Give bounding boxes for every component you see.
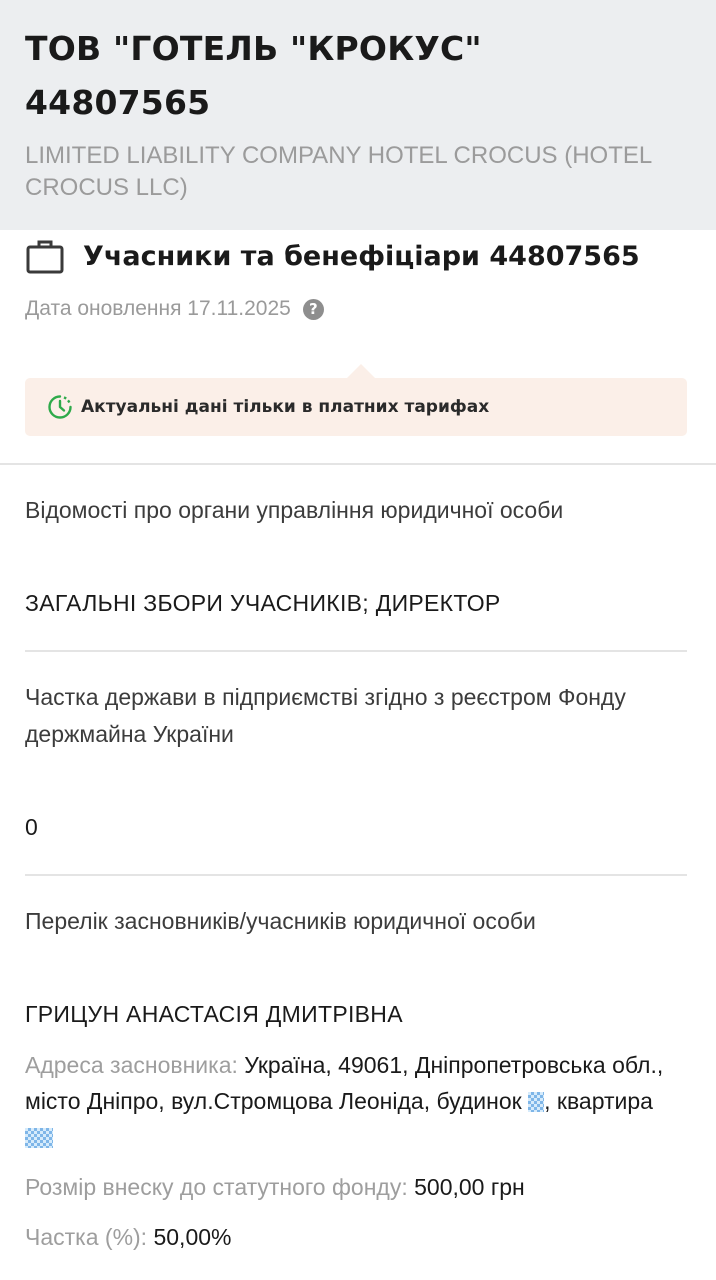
share-label: Частка (%): [25,1224,148,1250]
founder-contribution: Розмір внеску до статутного фонду: 500,0… [25,1169,687,1205]
founder-name: ГРИЦУН АНАСТАСІЯ ДМИТРІВНА [25,1001,403,1027]
governance-label: Відомості про органи управління юридично… [25,497,564,523]
founders-label: Перелік засновників/учасників юридичної … [25,908,536,934]
contribution-value: 500,00 грн [414,1174,525,1200]
share-value: 50,00% [153,1224,232,1250]
help-icon[interactable]: ? [302,298,324,320]
clock-icon [48,395,72,419]
governance-value: ЗАГАЛЬНІ ЗБОРИ УЧАСНИКІВ; ДИРЕКТОР [25,590,501,616]
redacted-apartment-number [25,1128,53,1148]
company-name-line1: ТОВ "ГОТЕЛЬ "КРОКУС" [25,29,482,68]
paid-plan-notice[interactable]: Актуальні дані тільки в платних тарифах [25,364,687,436]
row-divider [25,874,687,876]
founder-address: Адреса засновника: Україна, 49061, Дніпр… [25,1047,687,1155]
update-date-label: Дата оновлення 17.11.2025 [25,297,291,320]
state-share-label: Частка держави в підприємстві згідно з р… [25,684,626,747]
address-comma: , [544,1088,551,1114]
section-divider [0,463,716,465]
founder-address-label: Адреса засновника: [25,1052,238,1078]
row-divider [25,650,687,652]
company-code: 44807565 [25,83,211,122]
founder-share: Частка (%): 50,00% [25,1219,687,1255]
briefcase-icon [26,240,64,274]
founder-apartment-label: квартира [556,1088,653,1114]
update-date: Дата оновлення 17.11.2025 ? [25,297,324,321]
company-header: ТОВ "ГОТЕЛЬ "КРОКУС" 44807565 LIMITED LI… [0,0,716,230]
notice-text: Актуальні дані тільки в платних тарифах [81,397,490,417]
company-name-en: LIMITED LIABILITY COMPANY HOTEL CROCUS (… [25,142,652,201]
section-title-text: Учасники та бенефіціари 44807565 [83,240,640,272]
contribution-label: Розмір внеску до статутного фонду: [25,1174,408,1200]
state-share-value: 0 [25,814,38,840]
section-title: Учасники та бенефіціари 44807565 [25,236,640,276]
redacted-house-number [528,1092,545,1112]
